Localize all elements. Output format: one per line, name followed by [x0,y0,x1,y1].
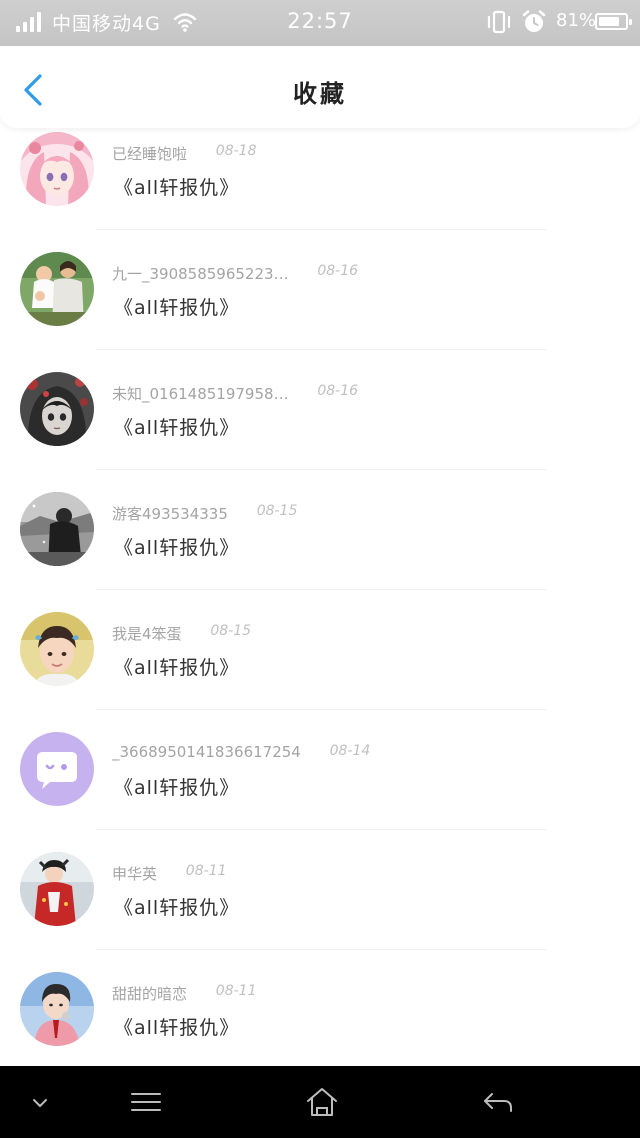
item-date: 08-14 [329,743,371,759]
back-arrow-icon[interactable] [478,1084,518,1120]
list-item[interactable]: 未知_0161485197958… 08-16 《all轩报仇》 [0,350,640,470]
item-meta: 九一_3908585965223… 08-16 [112,263,358,285]
avatar-image [20,372,94,446]
home-icon[interactable] [302,1084,342,1120]
item-meta: 我是4笨蛋 08-15 [112,623,251,645]
item-message: 《all轩报仇》 [114,297,240,319]
list-item[interactable]: 甜甜的暗恋 08-11 《all轩报仇》 [0,950,640,1070]
item-meta: 甜甜的暗恋 08-11 [112,983,256,1005]
item-meta: 游客493534335 08-15 [112,503,297,525]
item-date: 08-11 [185,863,227,879]
item-date: 08-15 [210,623,252,639]
item-message: 《all轩报仇》 [114,537,240,559]
avatar-image [20,492,94,566]
item-date: 08-16 [317,263,359,279]
item-message: 《all轩报仇》 [114,1017,240,1039]
vibrate-icon [487,10,511,34]
item-message: 《all轩报仇》 [114,897,240,919]
avatar[interactable] [20,972,94,1046]
avatar[interactable] [20,132,94,206]
list-item[interactable]: 申华英 08-11 《all轩报仇》 [0,830,640,950]
avatar-image [20,972,94,1046]
item-meta: 申华英 08-11 [112,863,226,885]
menu-icon[interactable] [126,1084,166,1120]
list-item[interactable]: _3668950141836617254 08-14 《all轩报仇》 [0,710,640,830]
avatar-image [20,612,94,686]
item-meta: _3668950141836617254 08-14 [112,743,370,765]
username: 申华英 [112,865,158,883]
header: 收藏 [0,46,640,128]
navigation-bar [0,1066,640,1138]
avatar-image [20,852,94,926]
username: 九一_3908585965223… [112,265,289,283]
avatar[interactable] [20,252,94,326]
list-item[interactable]: 九一_3908585965223… 08-16 《all轩报仇》 [0,230,640,350]
item-message: 《all轩报仇》 [114,177,240,199]
status-bar: 中国移动4G 22:57 81% [0,0,640,46]
item-date: 08-16 [317,383,359,399]
list-item[interactable]: 游客493534335 08-15 《all轩报仇》 [0,470,640,590]
list-item[interactable]: 我是4笨蛋 08-15 《all轩报仇》 [0,590,640,710]
item-date: 08-18 [215,143,257,159]
avatar[interactable] [20,372,94,446]
alarm-icon [522,10,546,32]
avatar[interactable] [20,852,94,926]
item-date: 08-11 [215,983,257,999]
avatar-image [20,732,94,806]
username: 甜甜的暗恋 [112,985,188,1003]
item-message: 《all轩报仇》 [114,777,240,799]
item-message: 《all轩报仇》 [114,657,240,679]
item-message: 《all轩报仇》 [114,417,240,439]
item-meta: 未知_0161485197958… 08-16 [112,383,358,405]
avatar[interactable] [20,612,94,686]
battery-fill [599,17,619,26]
username: 已经睡饱啦 [112,145,188,163]
username: _3668950141836617254 [112,743,301,761]
username: 我是4笨蛋 [112,625,182,643]
battery-percent: 81% [556,10,597,31]
username: 游客493534335 [112,505,228,523]
item-date: 08-15 [256,503,298,519]
avatar-image [20,132,94,206]
item-meta: 已经睡饱啦 08-18 [112,143,256,165]
avatar-image [20,252,94,326]
chevron-down-icon[interactable] [20,1084,60,1120]
list-item[interactable]: 已经睡饱啦 08-18 《all轩报仇》 [0,110,640,230]
avatar[interactable] [20,492,94,566]
avatar[interactable] [20,732,94,806]
screen: { "status_bar": { "carrier": "中国移动4G", "… [0,0,640,1138]
favorites-list: 已经睡饱啦 08-18 《all轩报仇》 九一_3908585965223… 0… [0,110,640,1070]
battery-icon [595,13,632,30]
page-title: 收藏 [293,80,347,108]
username: 未知_0161485197958… [112,385,289,403]
